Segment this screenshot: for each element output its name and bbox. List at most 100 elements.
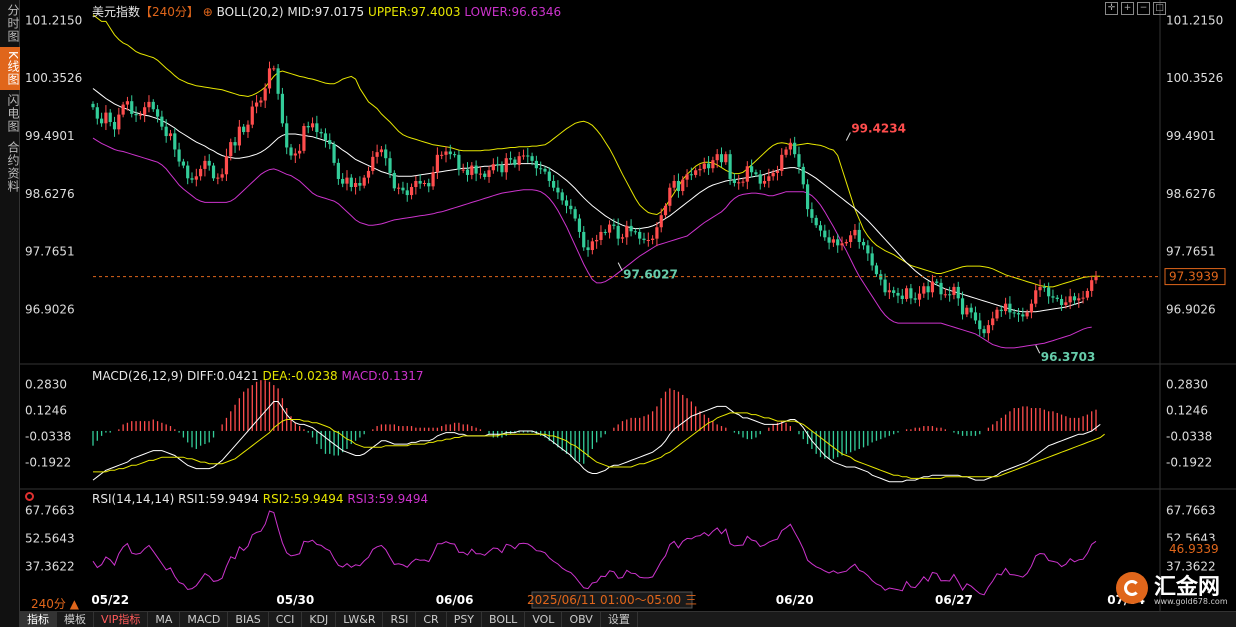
rsi-tick-label-left: 37.3622 xyxy=(25,559,75,573)
sidebar-item-2[interactable]: 闪电图 xyxy=(0,90,20,137)
rsi-line xyxy=(92,510,1097,596)
tab-2[interactable]: VIP指标 xyxy=(94,612,149,627)
candle-body xyxy=(999,309,1003,312)
candle-body xyxy=(917,293,922,300)
candle-body xyxy=(181,161,185,166)
tab-15[interactable]: 设置 xyxy=(601,612,638,627)
candle-body xyxy=(681,179,685,192)
tab-0[interactable]: 指标 xyxy=(20,612,57,627)
tab-10[interactable]: CR xyxy=(416,612,447,627)
candle-body xyxy=(633,231,637,233)
macd-tick-label-left: -0.1922 xyxy=(25,455,71,469)
candle-body xyxy=(100,118,104,124)
price-tick-label: 100.3526 xyxy=(1166,71,1223,85)
candle-body xyxy=(836,239,840,246)
candle-body xyxy=(1081,297,1085,299)
candle-body xyxy=(285,123,289,148)
crosshair-date-label: 2025/06/11 01:00～05:00 三 xyxy=(527,593,697,607)
candle-body xyxy=(1051,296,1055,298)
candle-body xyxy=(108,112,112,122)
tab-3[interactable]: MA xyxy=(148,612,181,627)
candle-body xyxy=(711,160,715,169)
tab-11[interactable]: PSY xyxy=(447,612,483,627)
candle-body xyxy=(767,176,771,181)
candle-body xyxy=(685,174,689,180)
candle-body xyxy=(397,187,401,189)
rsi2-value: RSI2:59.9494 xyxy=(262,492,344,506)
candle-body xyxy=(254,102,259,107)
candle-body xyxy=(668,187,672,206)
candle-body xyxy=(952,286,956,295)
boll-upper: UPPER:97.4003 xyxy=(368,5,461,19)
candle-body xyxy=(470,165,474,175)
candle-body xyxy=(177,149,181,162)
tab-8[interactable]: LW&R xyxy=(336,612,384,627)
date-tick-label: 06/20 xyxy=(776,593,814,607)
candle-body xyxy=(1094,276,1098,281)
sidebar-item-3[interactable]: 合约资料 xyxy=(0,137,20,197)
candle-body xyxy=(676,180,681,192)
candle-body xyxy=(242,126,246,133)
candle-body xyxy=(595,239,599,242)
sidebar: 分时图 K线图 闪电图 合约资料 xyxy=(0,0,20,627)
candle-body xyxy=(250,106,254,125)
candle-body xyxy=(896,292,900,296)
candle-body xyxy=(341,178,345,184)
rsi-header: RSI(14,14,14) RSI1:59.9494 RSI2:59.9494 … xyxy=(92,492,428,506)
tab-14[interactable]: OBV xyxy=(562,612,601,627)
candle-body xyxy=(892,290,896,293)
candle-body xyxy=(926,286,930,293)
candle-body xyxy=(375,152,379,157)
rsi1-value: RSI1:59.9494 xyxy=(178,492,259,506)
candle-body xyxy=(1042,286,1046,288)
candle-body xyxy=(1085,290,1089,298)
candle-body xyxy=(991,318,995,326)
fullscreen-icon[interactable]: □ xyxy=(1153,2,1166,15)
candle-body xyxy=(539,168,543,170)
candle-body xyxy=(465,169,470,175)
candle-body xyxy=(750,166,754,173)
tab-7[interactable]: KDJ xyxy=(302,612,337,627)
price-tick-label-left: 98.6276 xyxy=(25,187,75,201)
tab-12[interactable]: BOLL xyxy=(482,612,526,627)
sidebar-item-0[interactable]: 分时图 xyxy=(0,0,20,47)
tab-5[interactable]: BIAS xyxy=(228,612,269,627)
tab-13[interactable]: VOL xyxy=(525,612,563,627)
candle-body xyxy=(418,180,422,184)
candle-body xyxy=(1072,296,1077,301)
candle-body xyxy=(483,173,487,177)
candle-body xyxy=(280,93,285,124)
candle-body xyxy=(935,281,939,283)
price-tick-label-left: 99.4901 xyxy=(25,129,75,143)
candle-body xyxy=(306,126,310,128)
record-icon[interactable] xyxy=(25,492,34,501)
candle-body xyxy=(130,101,134,114)
candle-body xyxy=(922,286,926,294)
candle-body xyxy=(1064,302,1068,306)
period-selector[interactable]: 240分 ▲ xyxy=(31,595,79,612)
zoom-in-icon[interactable]: + xyxy=(1121,2,1134,15)
candle-body xyxy=(1021,314,1025,317)
candle-body xyxy=(775,170,780,173)
crosshair-icon[interactable]: ✛ xyxy=(1105,2,1118,15)
macd-tick-label-left: 0.2830 xyxy=(25,378,67,392)
tab-4[interactable]: MACD xyxy=(180,612,229,627)
zoom-out-icon[interactable]: − xyxy=(1137,2,1150,15)
candle-body xyxy=(960,298,965,315)
sidebar-item-1[interactable]: K线图 xyxy=(0,47,20,90)
tab-1[interactable]: 模板 xyxy=(57,612,94,627)
candle-body xyxy=(1034,290,1038,304)
tab-9[interactable]: RSI xyxy=(383,612,417,627)
candle-body xyxy=(861,241,866,246)
indicator-tab-bar: 指标 模板 VIP指标 MA MACD BIAS CCI KDJ LW&R RSI CR PSY BOL… xyxy=(20,611,1236,627)
candle-body xyxy=(823,230,827,238)
tab-6[interactable]: CCI xyxy=(269,612,303,627)
settings-circle-icon[interactable]: ⊕ xyxy=(203,5,213,19)
candle-body xyxy=(207,160,211,166)
macd-tick-label: -0.1922 xyxy=(1166,455,1212,469)
candle-body xyxy=(629,225,633,232)
candle-body xyxy=(500,164,504,173)
candle-body xyxy=(431,172,435,187)
macd-tick-label-left: -0.0338 xyxy=(25,429,71,443)
candle-body xyxy=(741,181,745,183)
